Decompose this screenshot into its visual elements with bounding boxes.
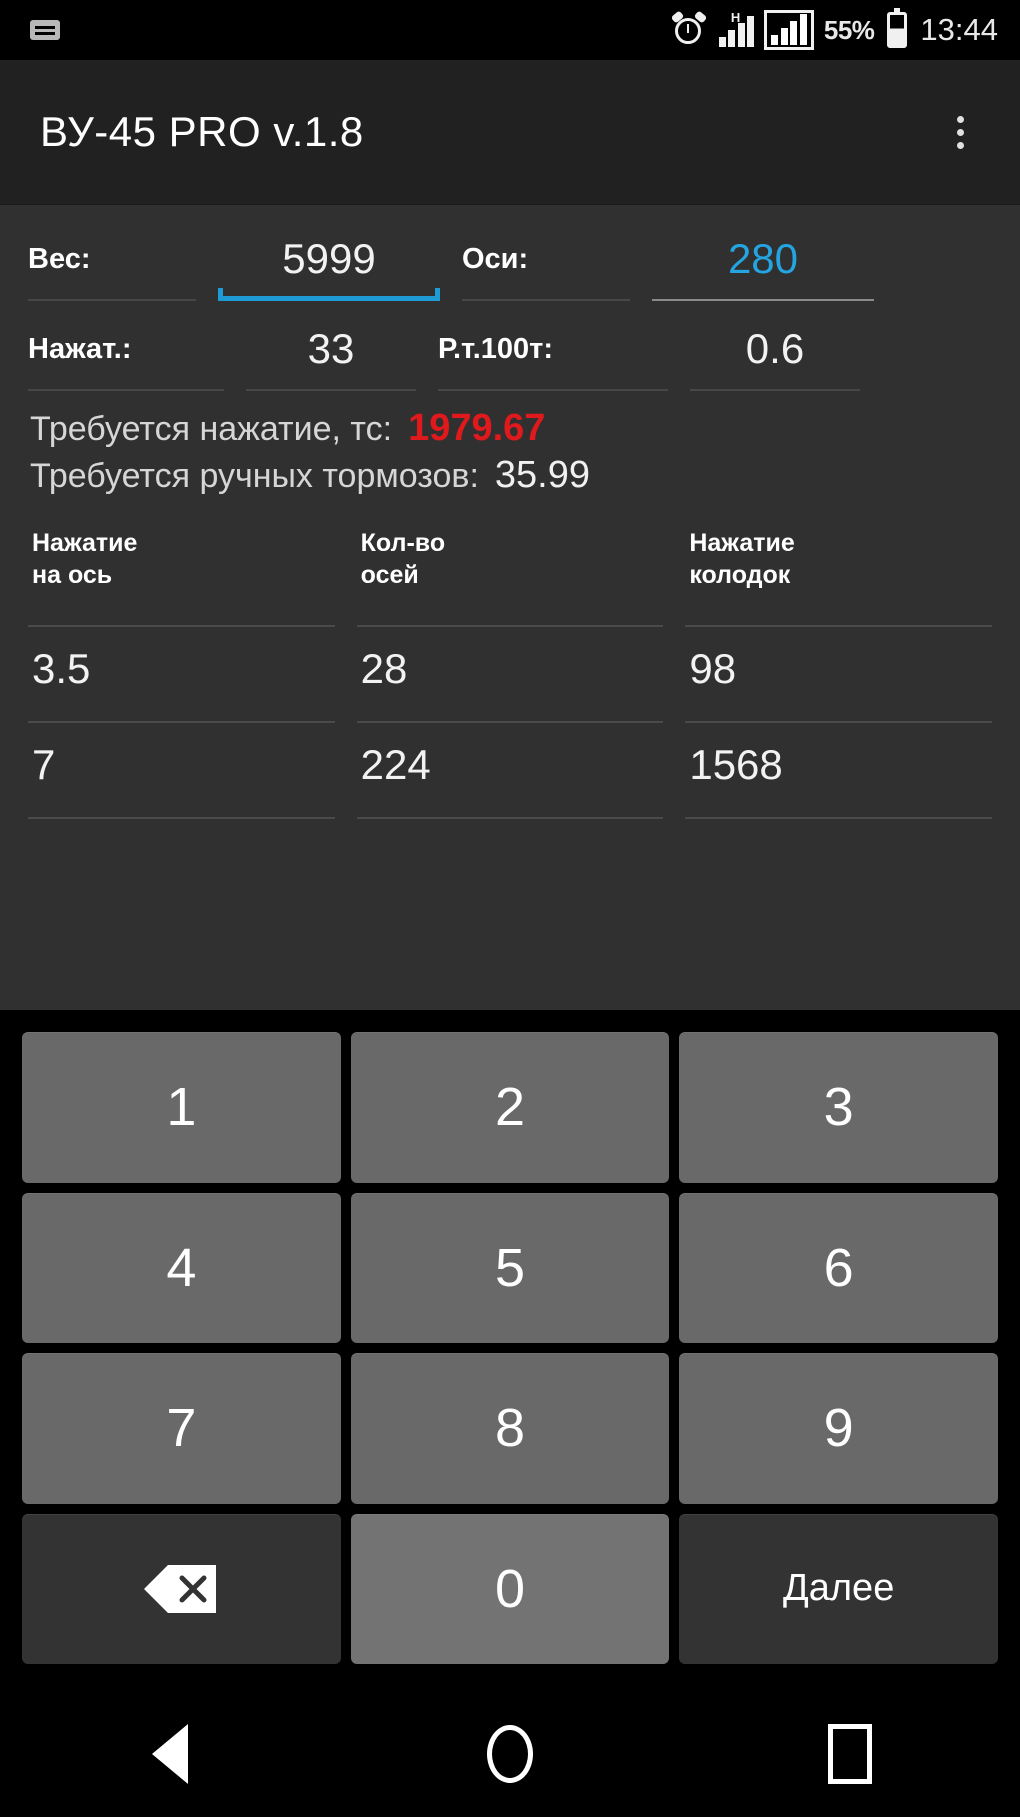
signal-icon-sim2 bbox=[764, 10, 814, 50]
nav-recents-button[interactable] bbox=[775, 1690, 925, 1817]
home-icon bbox=[487, 1724, 533, 1783]
table-header-cell: Кол-во осей bbox=[356, 523, 664, 627]
battery-percent-label: 55% bbox=[823, 14, 875, 45]
rt100-label-field: Р.т.100т: bbox=[438, 317, 668, 391]
key-1[interactable]: 1 bbox=[22, 1032, 341, 1183]
weight-label: Вес: bbox=[28, 242, 91, 275]
weight-input-focus-underline bbox=[218, 288, 440, 301]
input-row-2: Нажат.: 33 Р.т.100т: 0.6 bbox=[28, 317, 992, 391]
rt100-label: Р.т.100т: bbox=[438, 332, 554, 365]
rt100-value: 0.6 bbox=[745, 325, 805, 372]
app-bar: ВУ-45 PRO v.1.8 bbox=[0, 60, 1020, 205]
table-header-row: Нажатие на ось Кол-во осей Нажатие колод… bbox=[28, 523, 992, 627]
input-row-1: Вес: 5999 Оси: 280 bbox=[28, 227, 992, 301]
weight-input[interactable]: 5999 bbox=[218, 227, 440, 301]
table-cell-value: 28 bbox=[360, 645, 408, 692]
key-5[interactable]: 5 bbox=[350, 1192, 670, 1343]
table-cell[interactable]: 3.5 bbox=[28, 627, 335, 723]
result-required-handbrakes: Требуется ручных тормозов: 35.99 bbox=[28, 454, 992, 497]
table-header-cell: Нажатие на ось bbox=[28, 523, 335, 627]
keyboard-icon bbox=[30, 20, 60, 40]
app-title: ВУ-45 PRO v.1.8 bbox=[40, 108, 364, 155]
weight-value: 5999 bbox=[282, 235, 376, 282]
table-cell[interactable]: 98 bbox=[685, 627, 992, 723]
table-cell[interactable]: 1568 bbox=[685, 723, 992, 819]
result-required-press: Требуется нажатие, тс: 1979.67 bbox=[28, 407, 992, 450]
android-navigation-bar bbox=[0, 1690, 1020, 1817]
press-label: Нажат.: bbox=[28, 332, 132, 365]
table-cell[interactable]: 7 bbox=[28, 723, 335, 819]
nav-home-button[interactable] bbox=[435, 1690, 585, 1817]
table-cell[interactable]: 224 bbox=[356, 723, 664, 819]
result-required-handbrakes-label: Требуется ручных тормозов: bbox=[30, 457, 479, 495]
result-required-press-label: Требуется нажатие, тс: bbox=[30, 410, 393, 448]
key-next[interactable]: Далее bbox=[679, 1513, 999, 1664]
table-header-axle-count: Кол-во осей bbox=[360, 529, 446, 589]
table-cell[interactable]: 28 bbox=[356, 627, 664, 723]
table-cell-value: 1568 bbox=[689, 741, 783, 788]
result-required-press-value: 1979.67 bbox=[408, 407, 546, 449]
weight-label-field: Вес: bbox=[28, 227, 196, 301]
key-backspace[interactable] bbox=[22, 1513, 341, 1664]
keypad-row: 1 2 3 bbox=[22, 1032, 999, 1183]
status-bar: H 55% 13:44 bbox=[0, 0, 1020, 60]
press-input[interactable]: 33 bbox=[246, 317, 416, 391]
axles-value: 280 bbox=[727, 235, 799, 282]
axles-label: Оси: bbox=[462, 242, 529, 275]
main-content: Вес: 5999 Оси: 280 Нажат.: 33 Р.т.100т: … bbox=[0, 205, 1020, 1010]
key-0[interactable]: 0 bbox=[350, 1513, 670, 1664]
signal-icon-sim1: H bbox=[718, 10, 755, 47]
axles-label-field: Оси: bbox=[462, 227, 630, 301]
overflow-menu-icon[interactable] bbox=[932, 102, 988, 162]
alarm-clock-icon bbox=[670, 10, 708, 47]
table-cell-value: 224 bbox=[360, 741, 431, 788]
status-bar-system-icons: H 55% 13:44 bbox=[670, 8, 998, 50]
table-cell-value: 3.5 bbox=[32, 645, 91, 692]
table-header-press-per-axle: Нажатие на ось bbox=[32, 529, 138, 589]
keypad-row: 7 8 9 bbox=[22, 1353, 999, 1504]
keypad-row: 4 5 6 bbox=[22, 1192, 999, 1343]
numeric-keypad: 1 2 3 4 5 6 7 8 9 0 Далее bbox=[0, 1010, 1020, 1690]
status-bar-notifications bbox=[30, 20, 672, 40]
clock-label: 13:44 bbox=[920, 12, 998, 47]
table-row: 3.5 28 98 bbox=[28, 627, 992, 723]
key-4[interactable]: 4 bbox=[22, 1192, 341, 1343]
backspace-icon bbox=[142, 1563, 220, 1615]
press-value: 33 bbox=[307, 325, 355, 372]
key-2[interactable]: 2 bbox=[350, 1032, 670, 1183]
key-9[interactable]: 9 bbox=[679, 1353, 999, 1504]
table-row: 7 224 1568 bbox=[28, 723, 992, 819]
keypad-row: 0 Далее bbox=[22, 1513, 999, 1664]
phone-screen: H 55% 13:44 ВУ-45 PRO v.1.8 Вес: 5999 Ос… bbox=[0, 0, 1020, 1817]
press-label-field: Нажат.: bbox=[28, 317, 224, 391]
results-table: Нажатие на ось Кол-во осей Нажатие колод… bbox=[28, 523, 992, 819]
back-icon bbox=[152, 1723, 188, 1784]
table-header-shoe-press: Нажатие колодок bbox=[689, 529, 795, 589]
network-type-label: H bbox=[730, 10, 741, 25]
nav-back-button[interactable] bbox=[95, 1690, 245, 1817]
axles-input[interactable]: 280 bbox=[652, 227, 874, 301]
table-cell-value: 98 bbox=[689, 645, 737, 692]
table-header-cell: Нажатие колодок bbox=[685, 523, 992, 627]
table-cell-value: 7 bbox=[32, 741, 56, 788]
key-7[interactable]: 7 bbox=[22, 1353, 341, 1504]
battery-icon bbox=[887, 8, 908, 48]
key-3[interactable]: 3 bbox=[679, 1032, 999, 1183]
recents-icon bbox=[828, 1723, 872, 1784]
key-6[interactable]: 6 bbox=[679, 1192, 999, 1343]
rt100-input[interactable]: 0.6 bbox=[690, 317, 860, 391]
key-8[interactable]: 8 bbox=[350, 1353, 670, 1504]
result-required-handbrakes-value: 35.99 bbox=[494, 454, 590, 496]
